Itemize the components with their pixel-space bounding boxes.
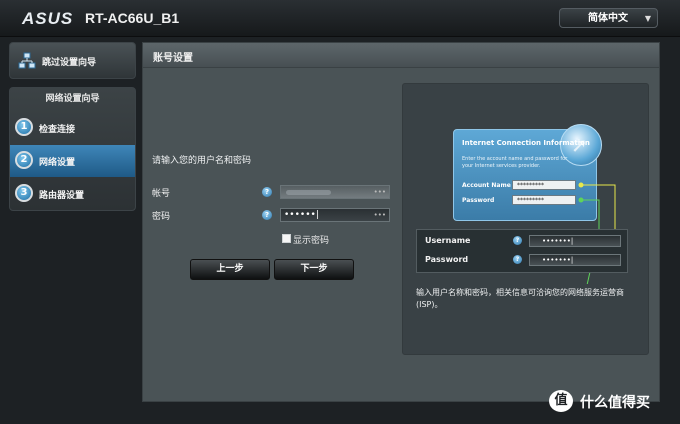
step-label: 路由器设置 — [39, 191, 85, 201]
show-password-label: 显示密码 — [293, 236, 330, 246]
card-description: Enter the account name and password for … — [462, 156, 568, 169]
example-password-field: •••••••| — [529, 254, 621, 266]
sidebar-step-router-settings[interactable]: 3 路由器设置 — [10, 178, 135, 210]
help-icon: ? — [513, 236, 522, 245]
step-number-icon: 2 — [15, 151, 33, 169]
top-bar: ASUS RT-AC66U_B1 简体中文 ▼ — [0, 0, 680, 37]
isp-info-card: ➚ Internet Connection Information Enter … — [453, 124, 602, 221]
next-button[interactable]: 下一步 — [274, 259, 354, 280]
chevron-down-icon: ▼ — [644, 14, 651, 23]
asus-logo: ASUS — [22, 9, 74, 28]
password-value: ••••••| — [284, 210, 319, 220]
card-account-label: Account Name — [462, 182, 511, 189]
password-help-icon[interactable]: ? — [262, 210, 272, 220]
language-select[interactable]: 简体中文 ▼ — [559, 8, 658, 28]
card-title: Internet Connection Information — [462, 139, 590, 147]
account-settings-panel: 账号设置 请输入您的用户名和密码 帐号 ? ••• 密码 ? ••••••| •… — [142, 42, 660, 402]
card-account-field: ********* — [512, 180, 576, 190]
example-username-field: •••••••| — [529, 235, 621, 247]
example-username-row: Username ? •••••••| — [417, 231, 627, 251]
step-label: 检查连接 — [39, 125, 76, 135]
blurred-value — [286, 190, 331, 195]
network-icon — [18, 52, 36, 69]
watermark-text: 什么值得买 — [580, 395, 650, 411]
account-label: 帐号 — [152, 189, 171, 199]
keyboard-icon: ••• — [373, 211, 386, 219]
card-password-field: ********* — [512, 195, 576, 205]
password-input[interactable]: ••••••| ••• — [280, 208, 390, 222]
wizard-title: 网络设置向导 — [45, 94, 100, 104]
sidebar-step-network-settings[interactable]: 2 网络设置 — [10, 145, 135, 177]
example-login-box: Username ? •••••••| Password ? •••••••| — [416, 229, 628, 273]
help-illustration: ➚ Internet Connection Information Enter … — [402, 83, 649, 355]
password-label: 密码 — [152, 212, 171, 222]
page-title: 账号设置 — [153, 53, 193, 64]
prev-button[interactable]: 上一步 — [190, 259, 270, 280]
instruction-text: 请输入您的用户名和密码 — [152, 156, 252, 166]
language-select-value: 简体中文 — [588, 13, 628, 24]
card-password-label: Password — [462, 197, 495, 204]
example-password-label: Password — [425, 255, 469, 264]
quick-setup-label: 跳过设置向导 — [42, 58, 97, 68]
panel-header: 账号设置 — [143, 43, 659, 68]
step-number-icon: 3 — [15, 184, 33, 202]
quick-setup-button[interactable]: 跳过设置向导 — [9, 42, 136, 79]
router-model: RT-AC66U_B1 — [85, 10, 180, 26]
watermark-logo: 值 — [549, 390, 573, 412]
example-password-row: Password ? •••••••| — [417, 250, 627, 270]
example-username-label: Username — [425, 236, 471, 245]
show-password-checkbox[interactable] — [282, 234, 291, 243]
setup-wizard-panel: 网络设置向导 1 检查连接 2 网络设置 3 路由器设置 — [9, 87, 136, 211]
help-icon: ? — [513, 255, 522, 264]
step-label: 网络设置 — [39, 158, 76, 168]
account-help-icon[interactable]: ? — [262, 187, 272, 197]
step-number-icon: 1 — [15, 118, 33, 136]
keyboard-icon: ••• — [373, 188, 386, 196]
sidebar-step-check-connection[interactable]: 1 检查连接 — [10, 112, 135, 144]
isp-note: 输入用户名称和密码，相关信息可洽询您的网络服务运营商 (ISP)。 — [416, 288, 624, 309]
account-input[interactable]: ••• — [280, 185, 390, 199]
